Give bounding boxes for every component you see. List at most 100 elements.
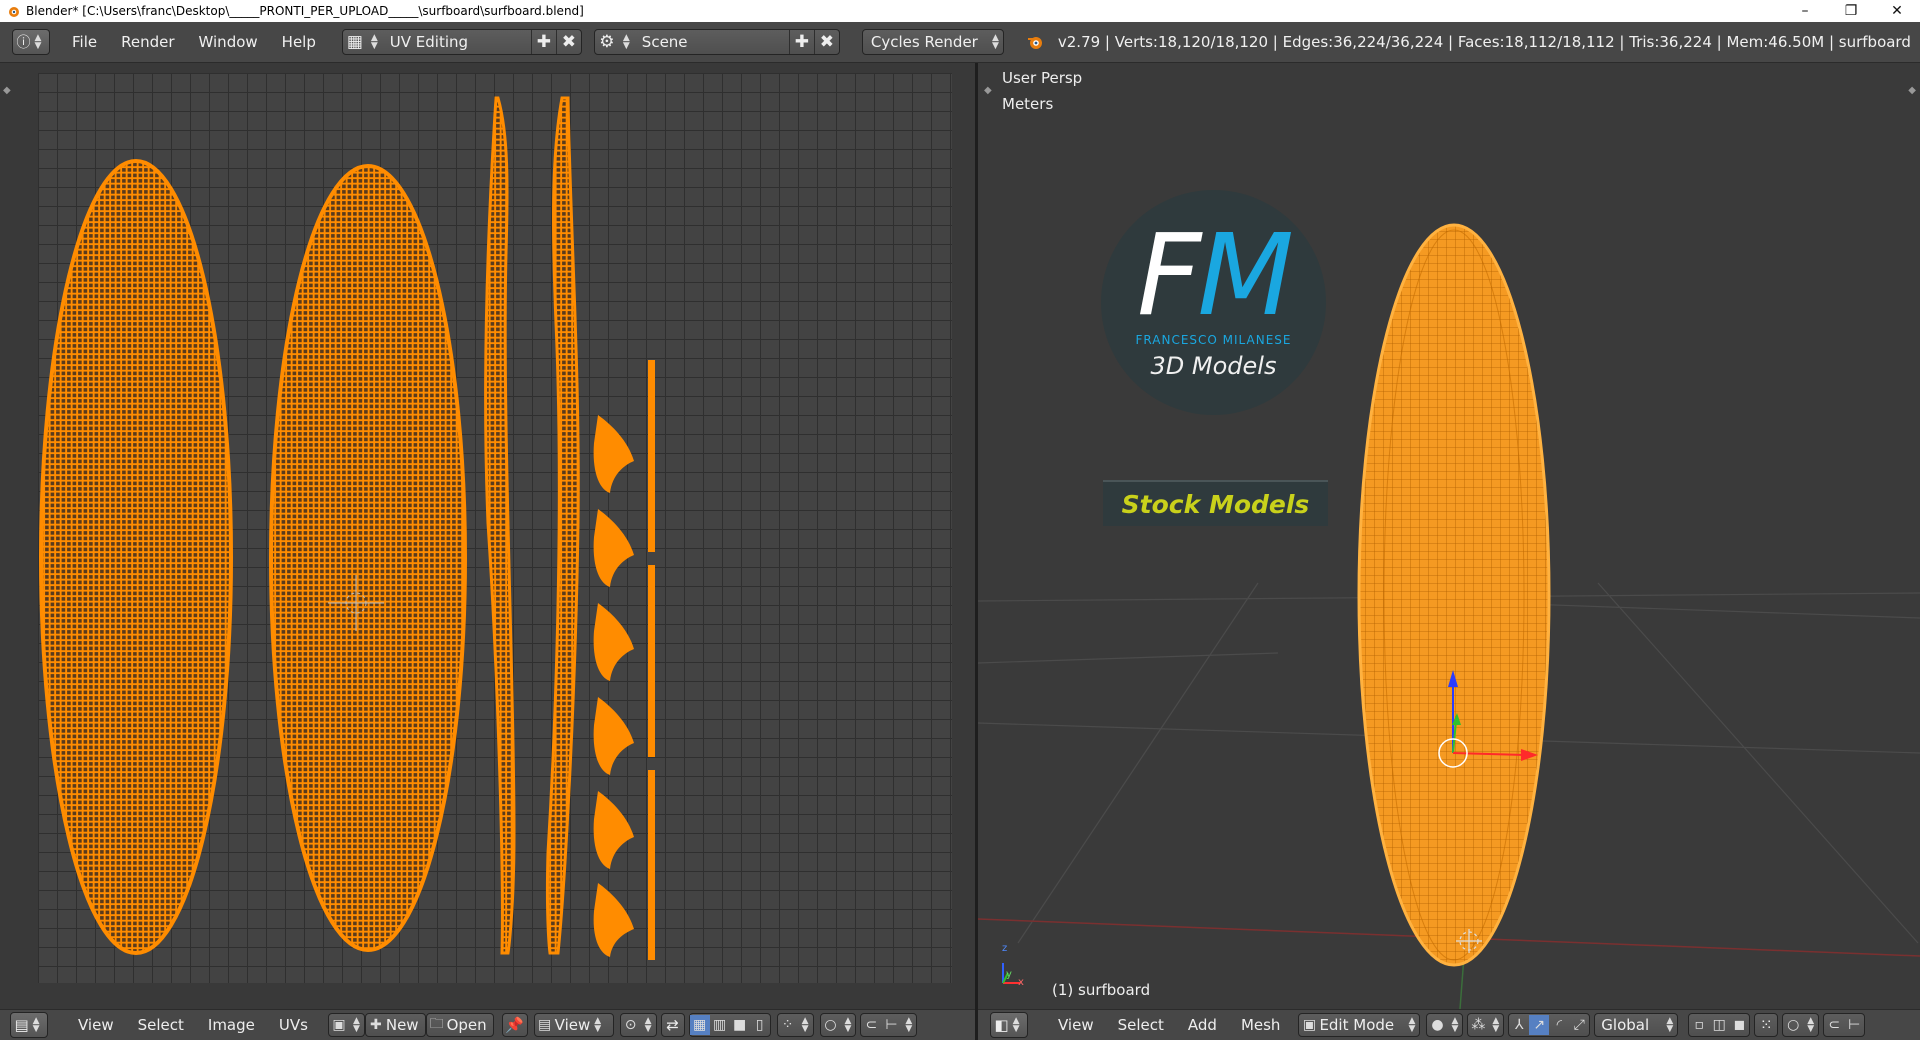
uv-island-fin-1[interactable] — [593, 415, 634, 493]
3d-viewport[interactable]: ◆ ◆ User Persp Meters z y x (1) surfboar… — [978, 63, 1920, 1009]
3d-editor-type-button[interactable]: ◧ ▲ ▼ — [990, 1012, 1028, 1038]
uv-island-fin-6[interactable] — [593, 883, 634, 957]
manipulator-toggle-icon[interactable]: ⅄ — [1509, 1015, 1529, 1035]
pivot-point-selector[interactable]: ⁂ ▲ ▼ — [1467, 1013, 1505, 1037]
add-scene-icon[interactable]: ✚ — [788, 30, 814, 54]
pin-button[interactable]: 📌 — [501, 1013, 528, 1037]
scene-statistics: v2.79 | Verts:18,120/18,120 | Edges:36,2… — [1057, 33, 1911, 51]
3d-menu-view[interactable]: View — [1046, 1016, 1106, 1034]
minimize-button[interactable]: – — [1782, 0, 1828, 22]
arrows-icon: ▲ ▼ — [1408, 1016, 1416, 1034]
layout-grid-icon: ▦ — [346, 32, 363, 52]
uv-island-fin-5[interactable] — [593, 791, 634, 869]
3d-proportional-edit-selector[interactable]: ○ ▲ ▼ — [1782, 1013, 1820, 1037]
sticky-mode-selector[interactable]: ⁘ ▲ ▼ — [776, 1013, 814, 1037]
uv-island-fin-2[interactable] — [593, 509, 634, 587]
uv-editor-header: ▤ ▲ ▼ View Select Image UVs ▣ ▲ ▼ ✚ New 🗀 … — [0, 1009, 975, 1040]
edge-mode-icon[interactable]: ◫ — [1709, 1015, 1729, 1035]
add-layout-icon[interactable]: ✚ — [530, 30, 556, 54]
face-select-icon[interactable]: ■ — [730, 1015, 750, 1035]
edit-mode-icon: ▣ — [1302, 1017, 1317, 1033]
face-mode-icon[interactable]: ◼ — [1729, 1015, 1749, 1035]
limit-selection-button[interactable]: ⁙ — [1754, 1013, 1779, 1037]
logo-stock-models: Stock Models — [1103, 480, 1328, 526]
uv-editor-type-button[interactable]: ▤ ▲ ▼ — [10, 1012, 48, 1038]
uv-island-fin-strip-3[interactable] — [648, 770, 655, 960]
uv-island-fin-strip-1[interactable] — [648, 360, 655, 552]
viewport-shading-selector[interactable]: ● ▲ ▼ — [1426, 1013, 1464, 1037]
render-engine-selector[interactable]: Cycles Render ▲ ▼ — [861, 29, 1004, 55]
magnet-icon[interactable]: ⊂ — [1824, 1015, 1844, 1035]
sticky-icon: ⁘ — [781, 1017, 794, 1033]
vertex-select-icon[interactable]: ▦ — [689, 1015, 710, 1035]
logo-author-name: FRANCESCO MILANESE — [1135, 333, 1292, 347]
interaction-mode-selector[interactable]: ▣ Edit Mode ▲ ▼ — [1298, 1013, 1421, 1037]
remove-scene-icon[interactable]: ✖ — [813, 30, 839, 54]
surfboard-mesh[interactable] — [1357, 223, 1551, 967]
uv-grid-canvas[interactable] — [38, 73, 952, 983]
fm-3d-models-logo: FM FRANCESCO MILANESE 3D Models Stock Mo… — [1101, 190, 1328, 526]
menu-file[interactable]: File — [60, 22, 109, 62]
3d-menu-add[interactable]: Add — [1176, 1016, 1229, 1034]
folder-icon: 🗀 — [429, 1016, 444, 1032]
uv-island-fin-3[interactable] — [593, 603, 634, 681]
logo-f: F — [1136, 211, 1201, 341]
new-image-button[interactable]: ✚ New — [364, 1013, 426, 1037]
uv-island-bottom[interactable] — [269, 164, 467, 952]
uv-island-rail-left[interactable] — [484, 96, 516, 955]
scene-selector[interactable]: ⚙ ▲ ▼ Scene ✚ ✖ — [593, 29, 840, 55]
remove-layout-icon[interactable]: ✖ — [555, 30, 581, 54]
uv-sync-button[interactable]: ⇄ — [660, 1013, 685, 1037]
scale-icon[interactable]: ⤢ — [1569, 1015, 1589, 1035]
uv-island-fin-strip-2[interactable] — [648, 565, 655, 757]
magnet-icon[interactable]: ⊂ — [861, 1015, 881, 1035]
uv-menu-uvs[interactable]: UVs — [267, 1016, 320, 1034]
menu-render[interactable]: Render — [109, 22, 186, 62]
menu-help[interactable]: Help — [270, 22, 328, 62]
vertex-mode-icon[interactable]: ▫ — [1689, 1015, 1709, 1035]
3d-menu-select[interactable]: Select — [1106, 1016, 1176, 1034]
snap-element-icon[interactable]: ⊢ — [881, 1015, 901, 1035]
snap-buttons: ⊂ ⊢ ▲ ▼ — [860, 1013, 918, 1037]
open-image-button[interactable]: 🗀 Open — [425, 1013, 494, 1037]
uv-fin-islands — [593, 415, 634, 957]
screen-layout-selector[interactable]: ▦ ▲ ▼ UV Editing ✚ ✖ — [341, 29, 582, 55]
3d-menu-mesh[interactable]: Mesh — [1229, 1016, 1293, 1034]
screen-layout-name: UV Editing — [389, 33, 469, 51]
pivot-selector[interactable]: ⊙ ▲ ▼ — [619, 1013, 657, 1037]
blender-logo-icon — [1027, 37, 1042, 49]
island-select-icon[interactable]: ▯ — [750, 1015, 770, 1035]
translate-icon[interactable]: ↗ — [1529, 1015, 1550, 1035]
proportional-edit-selector[interactable]: ○ ▲ ▼ — [819, 1013, 857, 1037]
uv-menu-view[interactable]: View — [66, 1016, 126, 1034]
arrows-icon: ▲ ▼ — [844, 1016, 852, 1034]
new-image-label: New — [385, 1016, 419, 1034]
arrows-icon: ▲ ▼ — [644, 1016, 652, 1034]
uv-island-deck[interactable] — [39, 159, 233, 955]
snap-element-icon[interactable]: ⊢ — [1844, 1015, 1864, 1035]
close-button[interactable]: ✕ — [1874, 0, 1920, 22]
info-header: ⓘ ▲ ▼ File Render Window Help ▦ ▲ ▼ UV Edi… — [0, 22, 1920, 63]
image-browse-button[interactable]: ▣ ▲ ▼ — [327, 1013, 365, 1037]
3d-snap-buttons: ⊂ ⊢ — [1823, 1013, 1866, 1037]
arrows-icon: ▲ ▼ — [352, 1016, 360, 1034]
uv-menu-select[interactable]: Select — [126, 1016, 196, 1034]
edge-select-icon[interactable]: ▥ — [710, 1015, 730, 1035]
image-editor-icon: ▤ — [14, 1016, 29, 1034]
region-expand-icon[interactable]: ◆ — [3, 85, 11, 96]
arrows-icon: ▲ ▼ — [1807, 1016, 1815, 1034]
rotate-icon[interactable]: ◜ — [1549, 1015, 1569, 1035]
transform-orientation-selector[interactable]: Global ▲ ▼ — [1594, 1013, 1679, 1037]
unit-system: Meters — [1002, 95, 1054, 113]
editor-type-info-button[interactable]: ⓘ ▲ ▼ — [12, 29, 50, 55]
uv-island-rail-right[interactable] — [545, 96, 580, 955]
proportional-icon: ○ — [1787, 1017, 1800, 1033]
maximize-button[interactable]: ❐ — [1828, 0, 1874, 22]
uv-image-editor[interactable]: ◆ — [0, 63, 975, 1009]
uv-menu-image[interactable]: Image — [196, 1016, 267, 1034]
view-mode-selector[interactable]: ▤ View ▲ ▼ — [533, 1013, 614, 1037]
view-mode-label: View — [554, 1016, 591, 1034]
menu-window[interactable]: Window — [187, 22, 270, 62]
blender-logo-icon — [9, 7, 19, 17]
uv-island-fin-4[interactable] — [593, 697, 634, 775]
